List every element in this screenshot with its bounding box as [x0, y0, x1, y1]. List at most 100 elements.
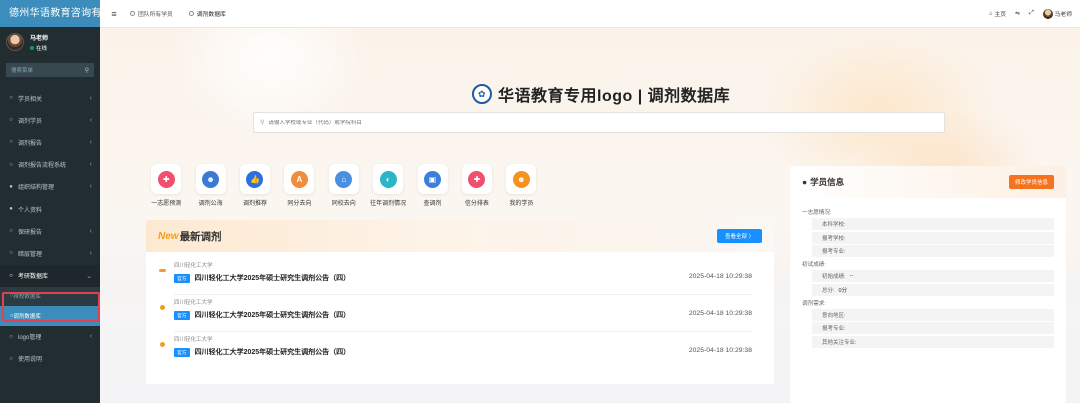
- field-key: 报考学校:: [822, 235, 846, 242]
- sidebar-menu: ○ 学员相关 ‹ ○ 调剂学员 ‹ ○ 调剂报告 ‹ ○ 调剂报告流程系统 ‹ …: [0, 87, 100, 370]
- sidebar-item-label: 调剂报告: [18, 140, 43, 147]
- quick-link[interactable]: 👍 调剂推荐: [233, 164, 277, 207]
- sidebar-item-layer-mgmt[interactable]: ○ 暗层管理 ‹: [0, 242, 100, 264]
- user-panel: 马老师 在线: [0, 27, 100, 57]
- submenu-item-school-db[interactable]: ○ 择校数据库: [0, 286, 100, 306]
- submenu-item-adjust-db[interactable]: ○ 调剂数据库: [0, 305, 100, 326]
- sidebar-item-report-flow[interactable]: ○ 调剂报告流程系统 ‹: [0, 154, 100, 176]
- search-icon[interactable]: ⚲: [85, 67, 89, 74]
- view-all-button[interactable]: 查看全部 〉: [716, 229, 762, 243]
- info-field: 初始成绩: --: [812, 270, 1054, 283]
- field-key: 报考专业:: [822, 326, 846, 332]
- circle-icon: ○: [9, 161, 13, 168]
- quick-links: ✚ 一志愿预测 ☻ 调剂公海 👍 调剂推荐 A 同分去向 ⌂ 同校去向 ◐ 往年调剂情况 ▣ 查调剂 ✚ 信分…: [144, 164, 544, 207]
- quick-link[interactable]: ☻ 调剂公海: [188, 164, 232, 207]
- quick-link-label: 我的学员: [509, 201, 534, 207]
- list-item[interactable]: 四川轻化工大学 官方 四川轻化工大学2025年硕士研究生调剂公告（四） 2025…: [146, 336, 774, 373]
- tab-team-students[interactable]: 团队所有学员: [122, 0, 181, 28]
- chevron-left-icon: ‹: [89, 227, 92, 235]
- user-icon: ●: [802, 177, 808, 187]
- news-date: 2025-04-18 10:29:38: [688, 347, 752, 354]
- field-key: 本科学校:: [822, 222, 846, 228]
- circle-icon: [188, 11, 194, 16]
- translate-button[interactable]: ⇋: [1015, 11, 1020, 17]
- user-name: 马老师: [30, 35, 49, 42]
- quick-link-icon: ⌂: [328, 164, 359, 194]
- quick-link-label: 查调剂: [423, 201, 442, 207]
- online-dot-icon: [30, 45, 34, 50]
- quick-link-label: 往年调剂情况: [370, 201, 407, 207]
- sidebar-item-logo-mgmt[interactable]: ○ logo管理 ‹: [0, 326, 100, 348]
- circle-icon: ○: [9, 333, 13, 340]
- sidebar-item-usage[interactable]: ○ 使用说明: [0, 348, 100, 370]
- main-content: ✿ 华语教育专用logo | 调剂数据库 ⚲ ✚ 一志愿预测 ☻ 调剂公海 👍 调剂推荐 A…: [100, 28, 1080, 403]
- quick-link-icon: ▣: [417, 164, 448, 194]
- database-search-input[interactable]: [268, 119, 869, 126]
- info-field: 报考专业:: [812, 245, 1054, 258]
- news-title[interactable]: 四川轻化工大学2025年硕士研究生调剂公告（四）: [195, 273, 351, 283]
- quick-link[interactable]: A 同分去向: [277, 164, 321, 207]
- sidebar-item-adjust-students[interactable]: ○ 调剂学员 ‹: [0, 109, 100, 131]
- sidebar-item-label: 学员相关: [18, 96, 43, 103]
- quick-link[interactable]: ✚ 一志愿预测: [144, 164, 188, 207]
- list-item[interactable]: 四川轻化工大学 官方 四川轻化工大学2025年硕士研究生调剂公告（四） 2025…: [146, 262, 774, 299]
- student-info-header: ● 学员信息 修改学员信息: [790, 166, 1066, 198]
- news-title[interactable]: 四川轻化工大学2025年硕士研究生调剂公告（四）: [195, 310, 351, 320]
- circle-icon: ○: [9, 228, 13, 235]
- home-link[interactable]: ⌂ 主页: [989, 9, 1006, 19]
- list-item[interactable]: 四川轻化工大学 官方 四川轻化工大学2025年硕士研究生调剂公告（四） 2025…: [146, 299, 774, 336]
- quick-link[interactable]: ⌂ 同校去向: [322, 164, 366, 207]
- quick-link-label: 一志愿预测: [151, 201, 182, 207]
- quick-link[interactable]: ✚ 信分排表: [455, 164, 499, 207]
- news-title[interactable]: 四川轻化工大学2025年硕士研究生调剂公告（四）: [195, 347, 351, 357]
- top-navbar: ≡ 团队所有学员 调剂数据库 ⌂ 主页 ⇋ ⤢ 马老师: [100, 0, 1080, 28]
- sidebar-item-org[interactable]: ● 组织结构管理 ‹: [0, 176, 100, 198]
- quick-link[interactable]: ☻ 我的学员: [499, 164, 543, 207]
- field-key: 总分:: [822, 287, 835, 294]
- quick-link-label: 同校去向: [331, 201, 356, 207]
- quick-link-icon: ☻: [195, 164, 226, 194]
- sidebar-item-profile[interactable]: ● 个人资料: [0, 198, 100, 220]
- translate-icon: ⇋: [1015, 10, 1020, 17]
- circle-icon: ○: [9, 117, 13, 124]
- quick-link[interactable]: ▣ 查调剂: [410, 164, 454, 207]
- tab-adjust-db[interactable]: 调剂数据库: [181, 0, 234, 28]
- tab-label: 调剂数据库: [196, 12, 226, 18]
- user-menu-name: 马老师: [1054, 12, 1072, 18]
- sidebar-item-kaoyan-db[interactable]: ○ 考研数据库 ⌄: [0, 264, 100, 287]
- quick-link-glyph: ⌂: [335, 170, 353, 188]
- menu-toggle-icon[interactable]: ≡: [106, 9, 122, 19]
- sidebar-item-label: 保研报告: [18, 229, 43, 236]
- database-search[interactable]: ⚲: [253, 112, 945, 133]
- fullscreen-button[interactable]: ⤢: [1029, 10, 1034, 17]
- sidebar-item-students[interactable]: ○ 学员相关 ‹: [0, 87, 100, 109]
- quick-link-glyph: ▣: [424, 170, 442, 188]
- sidebar-item-adjust-reports[interactable]: ○ 调剂报告 ‹: [0, 131, 100, 153]
- student-info-body: 一志愿情况: 本科学校: 报考学校: 报考专业: 初试成绩: 初始成绩: -- 总分: 0分 调剂…: [790, 198, 1066, 349]
- menu-search-input[interactable]: 搜索菜单 ⚲: [6, 63, 94, 77]
- quick-link-glyph: ✚: [157, 170, 175, 188]
- chevron-left-icon: ‹: [89, 138, 92, 146]
- chevron-left-icon: ‹: [89, 183, 92, 191]
- user-menu[interactable]: 马老师: [1042, 8, 1072, 19]
- quick-link-label: 信分排表: [464, 201, 489, 207]
- news-school: 四川轻化工大学: [174, 263, 213, 269]
- edit-student-button[interactable]: 修改学员信息: [1008, 175, 1054, 189]
- field-key: 意向地区:: [822, 312, 846, 319]
- chevron-left-icon: ‹: [89, 94, 92, 102]
- page-title-text: 华语教育专用logo | 调剂数据库: [498, 88, 731, 105]
- quick-link-label: 同分去向: [287, 201, 312, 207]
- info-field: 其他关注专业:: [812, 335, 1054, 349]
- quick-link-icon: ◐: [373, 164, 404, 194]
- field-key: 初始成绩:: [822, 274, 846, 280]
- section-label: 一志愿情况:: [802, 210, 832, 216]
- sidebar-item-label: logo管理: [18, 335, 42, 342]
- quick-link[interactable]: ◐ 往年调剂情况: [366, 164, 410, 207]
- sidebar-item-label: 调剂报告流程系统: [18, 163, 67, 170]
- app-brand[interactable]: 德州华语教育咨询有: [0, 0, 100, 27]
- official-tag: 官方: [174, 310, 190, 320]
- bullet-icon: [160, 342, 165, 347]
- sidebar-item-label: 个人资料: [18, 207, 43, 214]
- sidebar-item-baoyan[interactable]: ○ 保研报告 ‹: [0, 220, 100, 242]
- circle-icon: [130, 11, 135, 16]
